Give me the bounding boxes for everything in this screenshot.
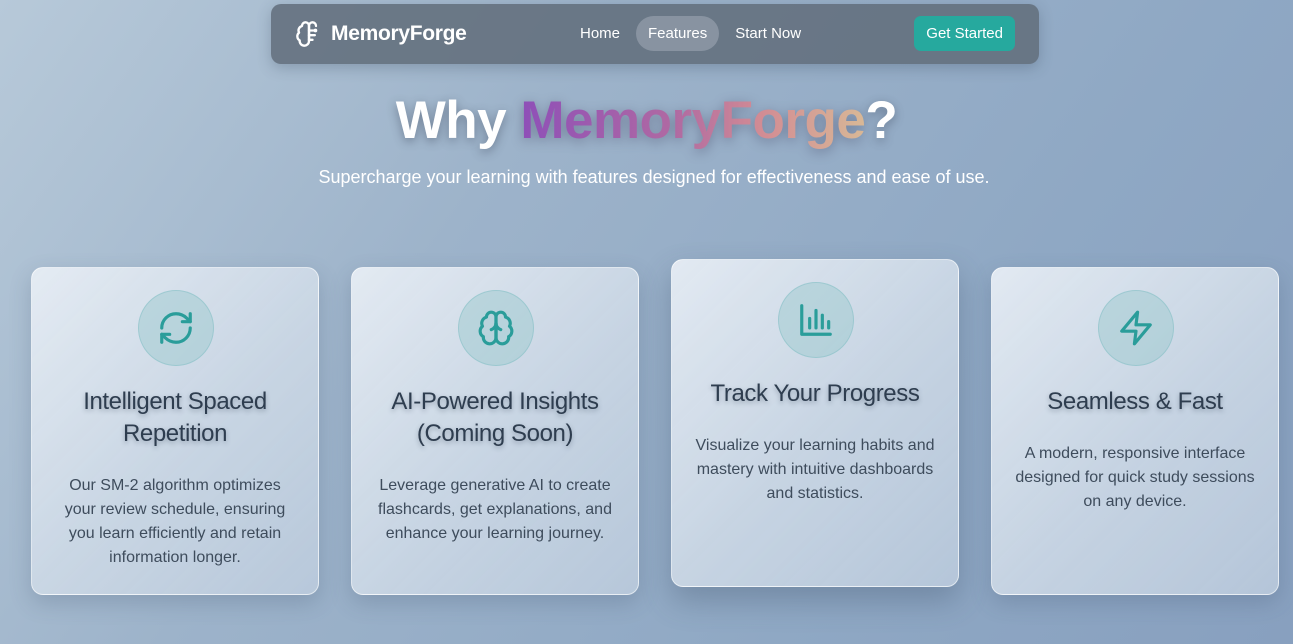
feature-icon-circle <box>458 290 534 366</box>
feature-icon-circle <box>778 282 854 358</box>
feature-description: Visualize your learning habits and maste… <box>695 437 935 502</box>
feature-title: AI-Powered Insights (Coming Soon) <box>391 388 599 447</box>
feature-icon-circle <box>1098 290 1174 366</box>
feature-card-seamless-fast: Seamless & Fast A modern, responsive int… <box>991 267 1279 595</box>
brand-name: MemoryForge <box>331 22 467 45</box>
top-navbar: MemoryForge Home Features Start Now Get … <box>271 4 1039 64</box>
feature-title: Intelligent Spaced Repetition <box>83 388 267 447</box>
hero-title-brand: MemoryForge <box>520 91 866 150</box>
feature-card-track-progress: Track Your Progress Visualize your learn… <box>671 259 959 587</box>
get-started-button[interactable]: Get Started <box>914 16 1015 51</box>
nav-link-home[interactable]: Home <box>568 16 632 51</box>
brain-icon <box>478 310 514 346</box>
feature-title: Seamless & Fast <box>1047 388 1223 415</box>
lightning-bolt-icon <box>1120 310 1152 346</box>
bar-chart-icon <box>800 304 832 336</box>
hero-title: Why MemoryForge? <box>0 90 1293 151</box>
feature-card-ai-insights: AI-Powered Insights (Coming Soon) Levera… <box>351 267 639 595</box>
feature-title: Track Your Progress <box>710 380 920 407</box>
nav-link-features[interactable]: Features <box>636 16 720 51</box>
hero-title-suffix: ? <box>865 91 898 150</box>
feature-description: A modern, responsive interface designed … <box>1015 445 1255 510</box>
brand-logo-link[interactable]: MemoryForge <box>295 20 467 48</box>
feature-icon-circle <box>138 290 214 366</box>
refresh-icon <box>160 312 192 344</box>
feature-card-spaced-repetition: Intelligent Spaced Repetition Our SM-2 a… <box>31 267 319 595</box>
hero-title-prefix: Why <box>395 91 521 150</box>
hero-subtitle: Supercharge your learning with features … <box>318 167 990 187</box>
brain-icon <box>295 20 323 48</box>
feature-description: Leverage generative AI to create flashca… <box>378 477 612 542</box>
nav-links: Home Features Start Now <box>568 16 817 51</box>
feature-description: Our SM-2 algorithm optimizes your review… <box>64 477 286 566</box>
nav-link-start-now[interactable]: Start Now <box>723 16 813 51</box>
